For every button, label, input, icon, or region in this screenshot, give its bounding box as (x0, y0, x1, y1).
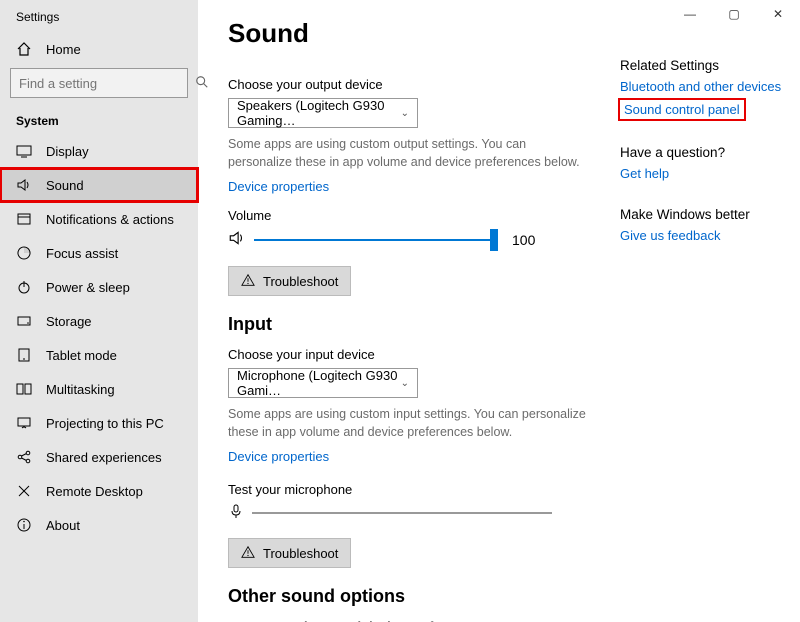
output-device-properties-link[interactable]: Device properties (228, 179, 329, 194)
troubleshoot-label: Troubleshoot (263, 546, 338, 561)
nav-multitasking[interactable]: Multitasking (0, 372, 198, 406)
nav-storage[interactable]: Storage (0, 304, 198, 338)
warning-icon (241, 273, 255, 290)
output-help-text: Some apps are using custom output settin… (228, 136, 590, 171)
tablet-icon (16, 347, 32, 363)
minimize-button[interactable]: — (668, 0, 712, 28)
nav-display[interactable]: Display (0, 134, 198, 168)
window-title: Settings (0, 4, 198, 34)
nav-label: Focus assist (46, 246, 118, 261)
storage-icon (16, 313, 32, 329)
remote-icon (16, 483, 32, 499)
nav-focus-assist[interactable]: Focus assist (0, 236, 198, 270)
main-content: Sound Choose your output device Speakers… (198, 0, 620, 622)
question-title: Have a question? (620, 145, 792, 160)
bluetooth-link[interactable]: Bluetooth and other devices (620, 79, 792, 94)
output-troubleshoot-button[interactable]: Troubleshoot (228, 266, 351, 296)
power-icon (16, 279, 32, 295)
mic-level-meter (252, 510, 552, 516)
section-label: System (0, 106, 198, 134)
close-button[interactable]: ✕ (756, 0, 800, 28)
nav-label: About (46, 518, 80, 533)
better-title: Make Windows better (620, 207, 792, 222)
sound-control-panel-highlight: Sound control panel (620, 100, 744, 119)
nav-label: Power & sleep (46, 280, 130, 295)
shared-icon (16, 449, 32, 465)
volume-value: 100 (512, 232, 535, 248)
input-device-value: Microphone (Logitech G930 Gami… (237, 368, 401, 398)
nav-label: Tablet mode (46, 348, 117, 363)
chevron-down-icon: ⌄ (401, 108, 409, 119)
output-device-value: Speakers (Logitech G930 Gaming… (237, 98, 401, 128)
feedback-link[interactable]: Give us feedback (620, 228, 792, 243)
test-mic-label: Test your microphone (228, 482, 590, 497)
volume-slider[interactable] (254, 230, 494, 250)
nav-label: Display (46, 144, 89, 159)
maximize-button[interactable]: ▢ (712, 0, 756, 28)
nav-home-label: Home (46, 42, 81, 57)
input-device-properties-link[interactable]: Device properties (228, 449, 329, 464)
warning-icon (241, 545, 255, 562)
get-help-link[interactable]: Get help (620, 166, 792, 181)
nav-label: Storage (46, 314, 92, 329)
related-settings-title: Related Settings (620, 58, 792, 73)
nav-label: Shared experiences (46, 450, 162, 465)
speaker-icon (228, 229, 246, 250)
nav-tablet-mode[interactable]: Tablet mode (0, 338, 198, 372)
input-device-select[interactable]: Microphone (Logitech G930 Gami… ⌄ (228, 368, 418, 398)
input-troubleshoot-button[interactable]: Troubleshoot (228, 538, 351, 568)
search-field[interactable] (19, 76, 195, 91)
input-help-text: Some apps are using custom input setting… (228, 406, 590, 441)
window-controls: — ▢ ✕ (668, 0, 800, 28)
microphone-icon (228, 503, 244, 522)
about-icon (16, 517, 32, 533)
nav-label: Remote Desktop (46, 484, 143, 499)
input-choose-label: Choose your input device (228, 347, 590, 362)
nav-power-sleep[interactable]: Power & sleep (0, 270, 198, 304)
nav-remote-desktop[interactable]: Remote Desktop (0, 474, 198, 508)
chevron-down-icon: ⌄ (401, 378, 409, 389)
display-icon (16, 143, 32, 159)
sidebar: Settings Home System Display Sound (0, 0, 198, 622)
output-device-select[interactable]: Speakers (Logitech G930 Gaming… ⌄ (228, 98, 418, 128)
nav-label: Sound (46, 178, 84, 193)
right-pane: Related Settings Bluetooth and other dev… (620, 0, 800, 622)
volume-label: Volume (228, 208, 590, 223)
nav-home[interactable]: Home (0, 34, 198, 64)
nav-sound[interactable]: Sound (0, 168, 198, 202)
nav-label: Projecting to this PC (46, 416, 164, 431)
nav-notifications[interactable]: Notifications & actions (0, 202, 198, 236)
notifications-icon (16, 211, 32, 227)
output-choose-label: Choose your output device (228, 77, 590, 92)
projecting-icon (16, 415, 32, 431)
nav-label: Multitasking (46, 382, 115, 397)
input-heading: Input (228, 314, 590, 335)
page-title: Sound (228, 18, 590, 49)
nav-label: Notifications & actions (46, 212, 174, 227)
search-input[interactable] (10, 68, 188, 98)
nav-shared-experiences[interactable]: Shared experiences (0, 440, 198, 474)
home-icon (16, 41, 32, 57)
focus-icon (16, 245, 32, 261)
sound-icon (16, 177, 32, 193)
troubleshoot-label: Troubleshoot (263, 274, 338, 289)
other-heading: Other sound options (228, 586, 590, 607)
sound-control-panel-link[interactable]: Sound control panel (624, 102, 740, 117)
nav-about[interactable]: About (0, 508, 198, 542)
multitasking-icon (16, 381, 32, 397)
nav-projecting[interactable]: Projecting to this PC (0, 406, 198, 440)
